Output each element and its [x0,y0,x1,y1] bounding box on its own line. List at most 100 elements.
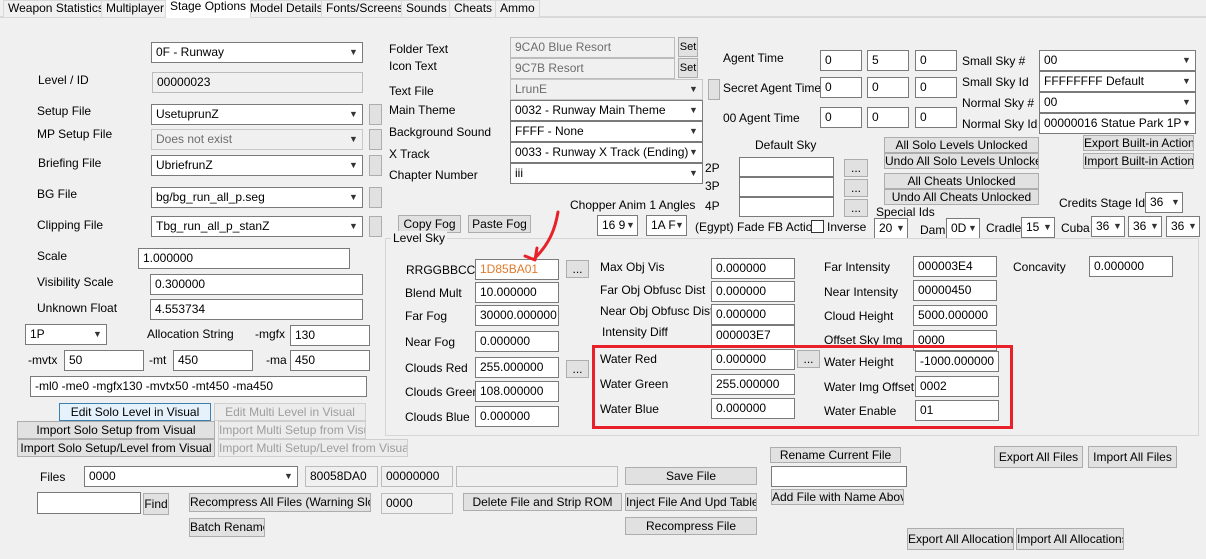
recompress-all-button[interactable]: Recompress All Files (Warning Slow) [189,493,371,512]
import-solo-level-button[interactable]: Import Solo Setup/Level from Visual [17,439,215,457]
setup-file-button[interactable] [369,104,382,125]
clouds-blue-field[interactable]: 0.000000 [475,406,559,427]
mp-setup-file-select[interactable]: Does not exist ▼ [151,129,363,150]
clouds-red-field[interactable]: 255.000000 [475,357,559,378]
import-multi-setup-button[interactable]: Import Multi Setup from Visual [218,421,366,439]
add-file-button[interactable]: Add File with Name Above [771,489,904,505]
dam-select[interactable]: 0D ▼ [946,218,980,239]
batch-rename-button[interactable]: Batch Rename [189,518,265,537]
sky-2p-button[interactable]: ... [844,159,868,177]
visibility-scale-field[interactable]: 0.300000 [150,274,363,295]
tab-ammo[interactable]: Ammo [495,0,540,17]
mvtx-field[interactable]: 50 [64,350,144,371]
normal-sky-num-select[interactable]: 00 ▼ [1039,92,1196,113]
delete-file-button[interactable]: Delete File and Strip ROM [463,493,622,511]
stage-select[interactable]: 0F - Runway ▼ [151,42,363,63]
find-input[interactable] [37,492,141,514]
export-all-files-button[interactable]: Export All Files [994,446,1083,468]
folder-text-set-button[interactable]: Set [678,37,698,57]
folder-text-field[interactable]: 9CA0 Blue Resort [510,37,675,58]
files-select[interactable]: 0000 ▼ [84,466,298,487]
find-button[interactable]: Find [143,493,169,515]
tab-multiplayer[interactable]: Multiplayer [101,0,170,17]
mp-setup-file-button[interactable] [369,129,382,150]
file-name-field[interactable] [456,466,618,487]
chopper-anim-2[interactable]: 1A F ▼ [646,215,687,236]
far-obj-obfusc-field[interactable]: 0.000000 [711,281,795,302]
briefing-file-select[interactable]: UbriefrunZ ▼ [151,155,363,176]
main-theme-button[interactable] [708,79,720,100]
small-sky-id-select[interactable]: FFFFFFFF Default ▼ [1039,71,1196,92]
icon-text-set-button[interactable]: Set [678,58,698,78]
tab-weapon-statistics[interactable]: Weapon Statistics [3,0,109,17]
oo-agent-time-ms[interactable]: 0 [915,107,957,128]
main-theme-select[interactable]: 0032 - Runway Main Theme ▼ [510,100,703,121]
secret-agent-time-ms[interactable]: 0 [915,77,957,98]
all-cheats-unlocked-button[interactable]: All Cheats Unlocked [884,173,1039,189]
clipping-file-select[interactable]: Tbg_run_all_p_stanZ ▼ [151,216,363,237]
concavity-field[interactable]: 0.000000 [1089,256,1173,277]
mt-field[interactable]: 450 [173,350,253,371]
all-solo-unlocked-button[interactable]: All Solo Levels Unlocked [884,137,1039,153]
cloud-height-field[interactable]: 5000.000000 [913,305,997,326]
edit-solo-level-button[interactable]: Edit Solo Level in Visual [59,403,211,421]
sky-2p-field[interactable] [739,157,834,177]
near-fog-field[interactable]: 0.000000 [475,331,559,352]
cuba-select-3[interactable]: 36 ▼ [1166,216,1200,237]
agent-time-ms[interactable]: 0 [915,50,957,71]
text-file-select[interactable]: LrunE ▼ [510,79,703,100]
rename-current-file-button[interactable]: Rename Current File [770,447,901,463]
max-obj-vis-field[interactable]: 0.000000 [711,258,795,279]
mgfx-field[interactable]: 130 [290,325,370,346]
secret-agent-time-min[interactable]: 0 [820,77,862,98]
scale-field[interactable]: 1.000000 [138,248,350,269]
allocation-string-field[interactable]: -ml0 -me0 -mgfx130 -mvtx50 -mt450 -ma450 [30,376,367,397]
file-address2-field[interactable]: 00000000 [381,466,453,487]
clipping-file-button[interactable] [369,216,382,237]
import-builtin-actions-button[interactable]: Import Built-in Actions [1083,153,1194,169]
far-intensity-field[interactable]: 000003E4 [913,256,997,277]
background-sound-select[interactable]: FFFF - None ▼ [510,121,703,142]
intensity-diff-field[interactable]: 000003E7 [711,325,795,346]
sky-3p-button[interactable]: ... [844,179,868,197]
blend-mult-field[interactable]: 10.000000 [475,282,559,303]
inverse-checkbox[interactable] [811,220,824,233]
cuba-select-2[interactable]: 36 ▼ [1128,216,1162,237]
export-all-allocations-button[interactable]: Export All Allocations [907,528,1014,550]
edit-multi-level-button[interactable]: Edit Multi Level in Visual [214,403,366,421]
x-track-select[interactable]: 0033 - Runway X Track (Ending) ▼ [510,142,703,163]
agent-time-min[interactable]: 0 [820,50,862,71]
import-multi-level-button[interactable]: Import Multi Setup/Level from Visual [218,439,408,457]
file-address-field[interactable]: 80058DA0 [305,466,378,487]
icon-text-field[interactable]: 9C7B Resort [510,58,675,79]
setup-file-select[interactable]: UsetuprunZ ▼ [151,104,363,125]
unknown-float-field[interactable]: 4.553734 [150,299,363,320]
undo-solo-unlocked-button[interactable]: Undo All Solo Levels Unlocked [884,153,1039,169]
far-fog-field[interactable]: 30000.000000 [475,305,559,326]
agent-time-sec[interactable]: 5 [867,50,909,71]
tab-model-details[interactable]: Model Details [245,0,328,17]
undo-cheats-unlocked-button[interactable]: Undo All Cheats Unlocked [884,189,1039,205]
special-id-select[interactable]: 20 ▼ [874,218,908,239]
cradle-select[interactable]: 15 ▼ [1021,217,1055,238]
bg-file-select[interactable]: bg/bg_run_all_p.seg ▼ [151,187,363,208]
secret-agent-time-sec[interactable]: 0 [867,77,909,98]
sky-4p-button[interactable]: ... [844,199,868,217]
chopper-anim-1[interactable]: 16 9 ▼ [597,215,638,236]
import-all-allocations-button[interactable]: Import All Allocations [1016,528,1124,550]
export-builtin-actions-button[interactable]: Export Built-in Actions [1083,135,1194,151]
recompress-file-button[interactable]: Recompress File [625,517,757,535]
sky-4p-field[interactable] [739,197,834,217]
tab-sounds[interactable]: Sounds [401,0,452,17]
inject-file-button[interactable]: Inject File And Upd Tables [625,493,757,511]
tab-stage-options[interactable]: Stage Options [165,0,252,18]
sky-3p-field[interactable] [739,177,834,197]
oo-agent-time-sec[interactable]: 0 [867,107,909,128]
rrggbbcc-color-button[interactable]: ... [566,260,589,278]
import-all-files-button[interactable]: Import All Files [1088,446,1177,468]
tab-cheats[interactable]: Cheats [449,0,498,17]
oo-agent-time-min[interactable]: 0 [820,107,862,128]
clouds-green-field[interactable]: 108.000000 [475,381,559,402]
briefing-file-button[interactable] [369,155,382,176]
save-file-button[interactable]: Save File [625,467,757,485]
